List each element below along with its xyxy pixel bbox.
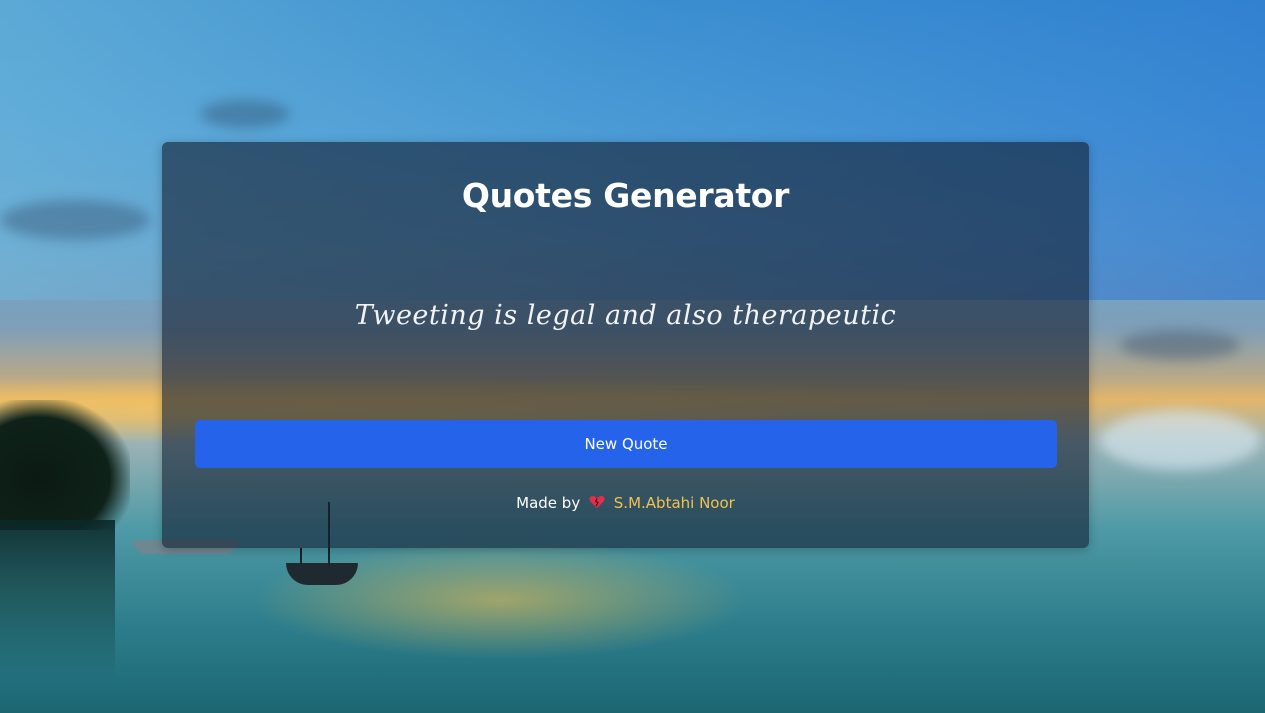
boat-mast [300, 548, 302, 566]
broken-heart-icon [589, 496, 605, 508]
cloud [200, 100, 290, 128]
footer: Made by S.M.Abtahi Noor [162, 494, 1089, 512]
island-reflection [0, 520, 115, 680]
new-quote-button[interactable]: New Quote [195, 420, 1057, 468]
boat [286, 563, 358, 585]
palm-island [0, 400, 130, 530]
water-reflection [250, 540, 750, 660]
page-title: Quotes Generator [461, 176, 790, 215]
made-by-label: Made by [516, 494, 581, 512]
cloud [1120, 330, 1240, 360]
quote-text: Tweeting is legal and also therapeutic [354, 300, 897, 331]
quote-card: Quotes Generator Tweeting is legal and a… [162, 142, 1089, 548]
cloud [0, 200, 150, 240]
author-link[interactable]: S.M.Abtahi Noor [614, 494, 735, 512]
